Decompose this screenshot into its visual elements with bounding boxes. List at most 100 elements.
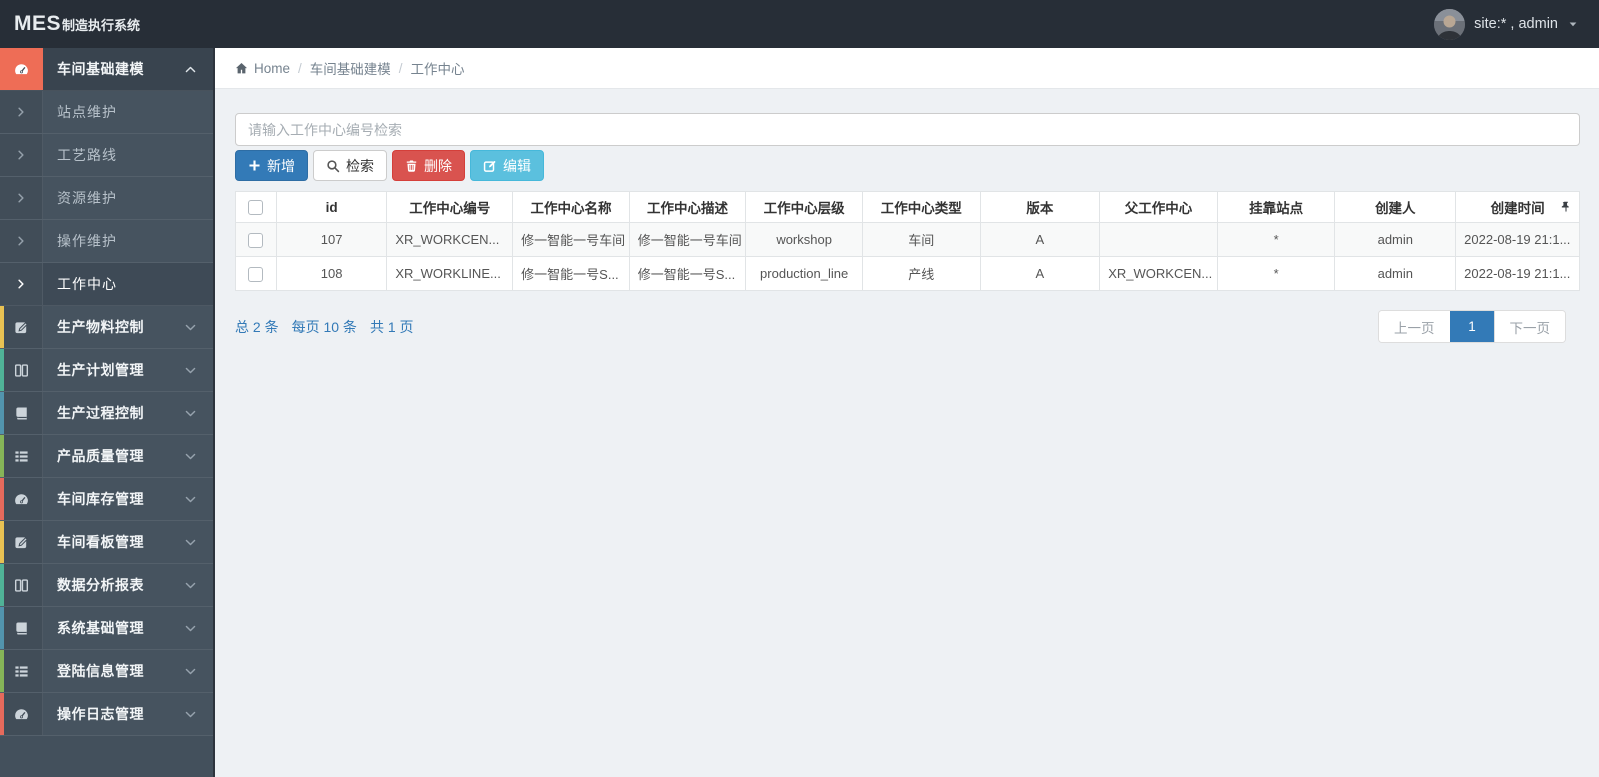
select-all-checkbox[interactable] <box>248 199 264 215</box>
sidebar-subitem-1-4[interactable]: 操作维护 <box>0 220 213 263</box>
breadcrumb-separator: / <box>298 60 302 76</box>
table-row[interactable]: 107 XR_WORKCEN... 修一智能一号车间 修一智能一号车间 workshop… <box>235 222 1580 257</box>
column-header-label: 创建时间 <box>1490 201 1545 216</box>
chevron-down-icon <box>184 450 197 463</box>
column-header-3[interactable]: 工作中心名称 <box>512 191 630 223</box>
column-header-4[interactable]: 工作中心描述 <box>628 191 747 223</box>
column-header-9[interactable]: 挂靠站点 <box>1216 191 1336 223</box>
edit-square-icon <box>14 535 29 550</box>
sidebar-item-11[interactable]: 操作日志管理 <box>0 693 213 736</box>
row-select-cell <box>235 256 277 291</box>
pin-icon[interactable] <box>1560 201 1572 213</box>
sidebar-item-1[interactable]: 车间基础建模 <box>0 48 213 91</box>
table-cell: A <box>979 256 1101 291</box>
column-header-6[interactable]: 工作中心类型 <box>861 191 981 223</box>
breadcrumb: Home / 车间基础建模 / 工作中心 <box>215 48 1599 89</box>
app-logo-bold: MES <box>14 12 62 35</box>
sidebar-item-9[interactable]: 系统基础管理 <box>0 607 213 650</box>
sidebar-subitem-1-2[interactable]: 工艺路线 <box>0 134 213 177</box>
page-1-button[interactable]: 1 <box>1449 311 1494 342</box>
sidebar-item-3[interactable]: 生产计划管理 <box>0 349 213 392</box>
row-checkbox[interactable] <box>248 232 264 248</box>
sidebar-item-label: 产品质量管理 <box>57 448 144 464</box>
prev-page-button[interactable]: 上一页 <box>1379 311 1450 342</box>
pagination-controls: 上一页 1 下一页 <box>1378 310 1566 343</box>
user-menu[interactable]: site:* , admin <box>1434 8 1579 40</box>
accent-strip <box>0 349 4 391</box>
sidebar-subitem-label: 资源维护 <box>57 190 117 206</box>
sidebar-icon-cell <box>0 564 43 606</box>
column-header-label: 工作中心类型 <box>880 201 962 216</box>
column-header-1[interactable]: id <box>275 191 388 223</box>
chevron-up-icon <box>184 63 197 76</box>
pagination: 总 2 条 每页 10 条 共 1 页 上一页 1 下一页 <box>235 310 1580 343</box>
table-row[interactable]: 108 XR_WORKLINE... 修一智能一号S... 修一智能一号S... pro… <box>235 256 1580 291</box>
table-cell: XR_WORKLINE... <box>386 256 514 291</box>
sidebar: 车间基础建模 站点维护 工艺路线 资源维护 操作维护 工作中心 生产物料控制 生… <box>0 48 215 777</box>
sidebar-subitem-1-1[interactable]: 站点维护 <box>0 91 213 134</box>
gauge-icon <box>13 491 30 508</box>
chevron-right-icon <box>15 149 27 161</box>
sidebar-item-5[interactable]: 产品质量管理 <box>0 435 213 478</box>
sidebar-item-6[interactable]: 车间库存管理 <box>0 478 213 521</box>
column-header-10[interactable]: 创建人 <box>1334 191 1457 223</box>
sidebar-item-4[interactable]: 生产过程控制 <box>0 392 213 435</box>
row-checkbox[interactable] <box>248 266 264 282</box>
sidebar-icon-cell <box>0 478 43 520</box>
sidebar-icon-cell <box>0 693 43 735</box>
table-cell: 2022-08-19 21:1... <box>1455 256 1580 291</box>
row-select-cell <box>235 222 277 257</box>
sidebar-item-label: 系统基础管理 <box>57 620 144 636</box>
breadcrumb-item-1[interactable]: Home <box>235 61 290 76</box>
app-logo[interactable]: MES 制造执行系统 <box>14 12 140 36</box>
column-header-7[interactable]: 版本 <box>979 191 1101 223</box>
column-header-8[interactable]: 父工作中心 <box>1099 191 1218 223</box>
sidebar-subitem-1-5[interactable]: 工作中心 <box>0 263 213 306</box>
button-label: 删除 <box>424 157 452 174</box>
table-cell: 产线 <box>861 256 981 291</box>
table-cell: 修一智能一号S... <box>512 256 630 291</box>
breadcrumb-label: Home <box>254 60 291 76</box>
sidebar-item-label: 车间看板管理 <box>57 534 144 550</box>
sidebar-item-2[interactable]: 生产物料控制 <box>0 306 213 349</box>
sidebar-item-10[interactable]: 登陆信息管理 <box>0 650 213 693</box>
sidebar-item-8[interactable]: 数据分析报表 <box>0 564 213 607</box>
book-icon <box>14 621 29 636</box>
table-cell: XR_WORKCEN... <box>386 222 514 257</box>
search-input[interactable] <box>235 113 1580 146</box>
search-icon <box>326 159 340 173</box>
column-header-2[interactable]: 工作中心编号 <box>386 191 514 223</box>
table-cell: A <box>979 222 1101 257</box>
list-icon <box>14 449 29 464</box>
breadcrumb-item-2[interactable]: 车间基础建模 <box>310 58 391 78</box>
next-page-button[interactable]: 下一页 <box>1493 311 1565 342</box>
sidebar-icon-cell <box>0 177 43 219</box>
trash-icon <box>405 159 418 173</box>
column-header-label: 父工作中心 <box>1124 201 1193 216</box>
edit-button[interactable]: 编辑 <box>470 150 544 181</box>
page-body: 新增 检索 删除 编辑 id 工作中心编号 工作中心名称 工作中心描述 工作中心层级 工作… <box>215 89 1599 343</box>
sidebar-item-7[interactable]: 车间看板管理 <box>0 521 213 564</box>
accent-strip <box>0 392 4 434</box>
table-cell: 修一智能一号S... <box>628 256 747 291</box>
caret-down-icon <box>1567 18 1579 30</box>
add-button[interactable]: 新增 <box>235 150 308 181</box>
delete-button[interactable]: 删除 <box>392 150 465 181</box>
column-header-11[interactable]: 创建时间 <box>1455 191 1580 223</box>
sidebar-icon-cell <box>0 220 43 262</box>
table-cell: 107 <box>275 222 388 257</box>
accent-strip <box>0 693 4 735</box>
edit-icon <box>483 159 497 173</box>
app-logo-text: 制造执行系统 <box>62 18 141 33</box>
sidebar-icon-cell <box>0 48 43 90</box>
chevron-down-icon <box>184 665 197 678</box>
sidebar-subitem-label: 操作维护 <box>57 233 117 249</box>
breadcrumb-item-3: 工作中心 <box>411 58 465 78</box>
column-header-label: 工作中心层级 <box>763 201 845 216</box>
accent-strip <box>0 435 4 477</box>
search-button[interactable]: 检索 <box>313 150 387 181</box>
table-cell: 2022-08-19 21:1... <box>1455 222 1580 257</box>
sidebar-subitem-1-3[interactable]: 资源维护 <box>0 177 213 220</box>
pagination-summary: 总 2 条 每页 10 条 共 1 页 <box>235 317 414 337</box>
column-header-5[interactable]: 工作中心层级 <box>745 191 863 223</box>
